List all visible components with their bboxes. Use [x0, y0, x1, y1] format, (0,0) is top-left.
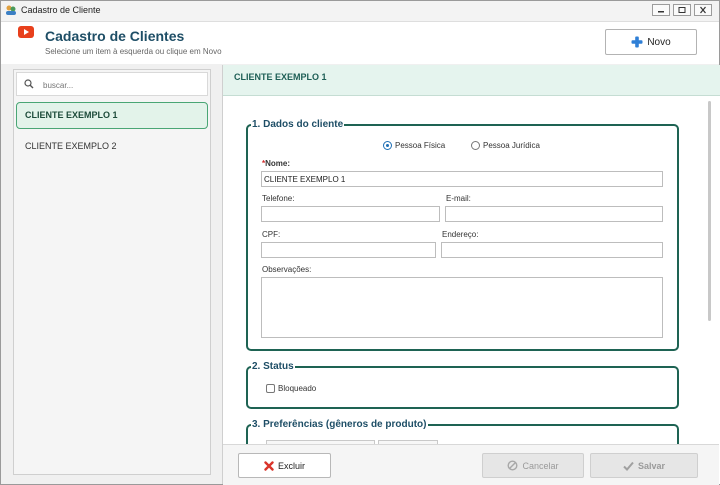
radio-pessoa-fisica-dot: [383, 141, 392, 150]
play-icon: [18, 26, 34, 38]
search-icon: [24, 79, 34, 89]
checkmark-icon: [623, 461, 634, 471]
app-icon: [6, 5, 16, 15]
page-title: Cadastro de Clientes: [45, 28, 185, 44]
detail-panel: CLIENTE EXEMPLO 1 1. Dados do cliente Pe…: [222, 65, 720, 484]
radio-pessoa-juridica-label: Pessoa Jurídica: [483, 141, 540, 150]
blocked-checkbox[interactable]: Bloqueado: [266, 384, 316, 393]
delete-button[interactable]: Excluir: [238, 453, 331, 478]
address-label: Endereço:: [442, 230, 479, 239]
radio-pessoa-juridica[interactable]: Pessoa Jurídica: [471, 141, 540, 150]
close-button[interactable]: [694, 4, 712, 16]
close-icon: [700, 6, 706, 14]
search-input[interactable]: [41, 76, 205, 94]
client-data-legend: 1. Dados do cliente: [252, 119, 344, 130]
app-window: Cadastro de Cliente Cadastro de Clientes…: [0, 0, 720, 485]
radio-pessoa-juridica-dot: [471, 141, 480, 150]
maximize-button[interactable]: [673, 4, 691, 16]
minimize-button[interactable]: [652, 4, 670, 16]
save-button[interactable]: Salvar: [590, 453, 698, 478]
blocked-checkbox-label: Bloqueado: [278, 384, 317, 393]
client-list-panel: CLIENTE EXEMPLO 1 CLIENTE EXEMPLO 2: [13, 69, 211, 475]
radio-pessoa-fisica[interactable]: Pessoa Física: [383, 141, 445, 150]
phone-field[interactable]: [261, 206, 440, 222]
address-field[interactable]: [441, 242, 663, 258]
preferences-legend: 3. Preferências (gêneros de produto): [252, 419, 427, 430]
radio-pessoa-fisica-label: Pessoa Física: [395, 141, 446, 150]
name-label: *Nome:: [262, 159, 290, 168]
title-bar: Cadastro de Cliente: [1, 1, 719, 22]
cpf-label: CPF:: [262, 230, 281, 239]
plus-icon: [631, 36, 643, 48]
page-subtitle: Selecione um item à esquerda ou clique e…: [45, 47, 222, 56]
name-label-text: Nome:: [265, 159, 291, 168]
name-field[interactable]: [261, 171, 663, 187]
cancel-icon: [507, 460, 518, 471]
new-button[interactable]: Novo: [605, 29, 697, 55]
email-field[interactable]: [445, 206, 663, 222]
cpf-field[interactable]: [261, 242, 436, 258]
list-item-cliente-exemplo-2[interactable]: CLIENTE EXEMPLO 2: [16, 133, 208, 160]
list-item-cliente-exemplo-1[interactable]: CLIENTE EXEMPLO 1: [16, 102, 208, 129]
client-header: CLIENTE EXEMPLO 1: [223, 65, 720, 96]
cancel-button-label: Cancelar: [522, 460, 559, 471]
blocked-checkbox-box: [266, 384, 275, 393]
save-button-label: Salvar: [637, 460, 666, 471]
status-legend: 2. Status: [252, 361, 294, 372]
cancel-button[interactable]: Cancelar: [482, 453, 584, 478]
email-label: E-mail:: [446, 194, 471, 203]
action-bar: Excluir Cancelar Salvar: [223, 444, 719, 485]
phone-label: Telefone:: [262, 194, 295, 203]
notes-field[interactable]: [261, 277, 663, 338]
page-header: Cadastro de Clientes Selecione um item à…: [1, 22, 719, 64]
client-header-title: CLIENTE EXEMPLO 1: [234, 72, 327, 82]
delete-icon: [264, 460, 274, 471]
window-title: Cadastro de Cliente: [21, 5, 101, 15]
maximize-icon: [678, 7, 686, 13]
vertical-scrollbar[interactable]: [708, 101, 714, 441]
minimize-icon: [658, 11, 664, 13]
search-box: [16, 72, 208, 96]
new-button-label: Novo: [647, 36, 671, 48]
notes-label: Observações:: [262, 265, 312, 274]
scrollbar-thumb[interactable]: [708, 101, 711, 321]
delete-button-label: Excluir: [277, 460, 305, 471]
